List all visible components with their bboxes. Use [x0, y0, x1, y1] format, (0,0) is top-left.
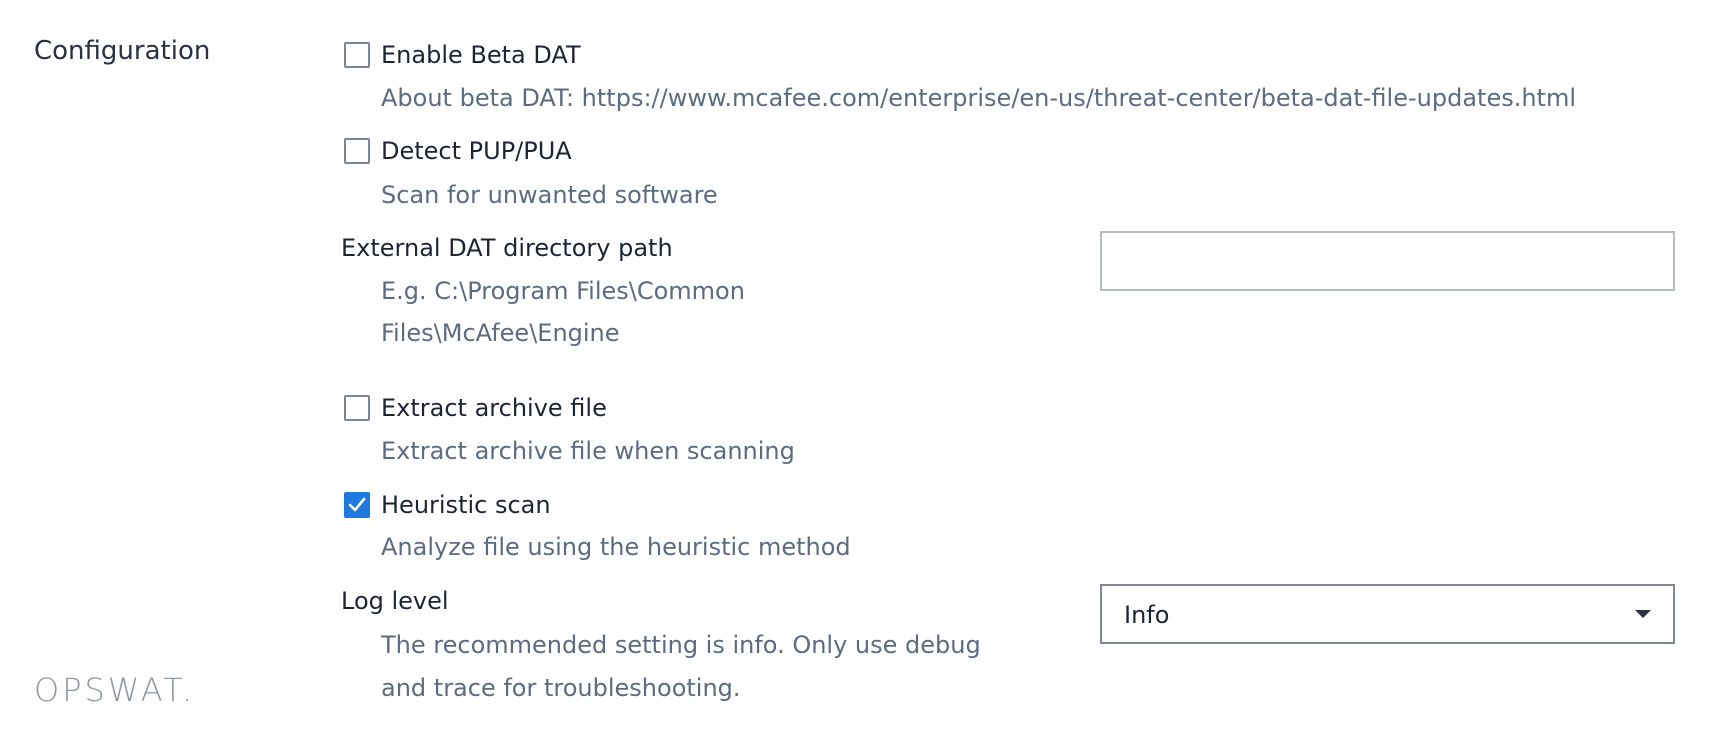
- external-dat-path-input[interactable]: [1100, 231, 1675, 291]
- beta-dat-label[interactable]: Enable Beta DAT: [381, 40, 581, 70]
- section-title: Configuration: [34, 36, 211, 66]
- detect-pup-checkbox[interactable]: [344, 138, 370, 164]
- extract-archive-label[interactable]: Extract archive file: [381, 393, 607, 423]
- detect-pup-label[interactable]: Detect PUP/PUA: [381, 136, 572, 166]
- external-dat-description-line1: E.g. C:\Program Files\Common: [381, 277, 745, 305]
- log-level-selected-value: Info: [1124, 601, 1170, 629]
- heuristic-scan-description: Analyze file using the heuristic method: [381, 533, 851, 561]
- external-dat-label: External DAT directory path: [341, 234, 673, 262]
- log-level-label: Log level: [341, 587, 449, 615]
- log-level-select[interactable]: Info: [1100, 584, 1675, 644]
- extract-archive-description: Extract archive file when scanning: [381, 437, 795, 465]
- beta-dat-checkbox[interactable]: [344, 42, 370, 68]
- check-icon: [348, 497, 366, 512]
- heuristic-scan-label[interactable]: Heuristic scan: [381, 490, 551, 520]
- log-level-description-line1: The recommended setting is info. Only us…: [381, 631, 981, 659]
- heuristic-scan-checkbox[interactable]: [344, 492, 370, 518]
- chevron-down-icon: [1635, 610, 1651, 618]
- detect-pup-description: Scan for unwanted software: [381, 181, 718, 209]
- external-dat-description-line2: Files\McAfee\Engine: [381, 319, 620, 347]
- extract-archive-checkbox[interactable]: [344, 395, 370, 421]
- beta-dat-description: About beta DAT: https://www.mcafee.com/e…: [381, 84, 1577, 112]
- log-level-description-line2: and trace for troubleshooting.: [381, 674, 741, 702]
- opswat-logo: OPSWAT.: [34, 671, 196, 709]
